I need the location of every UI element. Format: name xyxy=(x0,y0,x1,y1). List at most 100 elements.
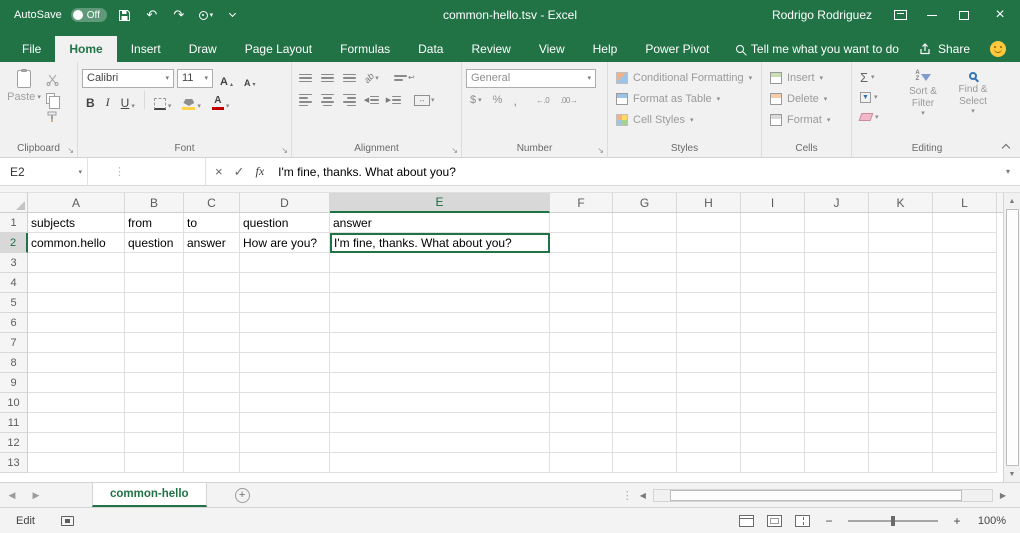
cell-L10[interactable] xyxy=(933,393,997,413)
cell-E12[interactable] xyxy=(330,433,550,453)
cell-K3[interactable] xyxy=(869,253,933,273)
autosum-button[interactable]: Σ▾ xyxy=(856,69,896,85)
cell-I10[interactable] xyxy=(741,393,805,413)
cell-A10[interactable] xyxy=(28,393,125,413)
bold-button[interactable]: B xyxy=(82,90,99,110)
cell-D9[interactable] xyxy=(240,373,330,393)
cell-F13[interactable] xyxy=(550,453,613,473)
conditional-formatting-button[interactable]: Conditional Formatting ▾ xyxy=(612,67,757,88)
row-header-11[interactable]: 11 xyxy=(0,413,28,433)
cell-F10[interactable] xyxy=(550,393,613,413)
cell-A12[interactable] xyxy=(28,433,125,453)
cell-C8[interactable] xyxy=(184,353,240,373)
center-button[interactable] xyxy=(318,91,337,109)
cell-L9[interactable] xyxy=(933,373,997,393)
cell-F12[interactable] xyxy=(550,433,613,453)
cell-C4[interactable] xyxy=(184,273,240,293)
cell-I12[interactable] xyxy=(741,433,805,453)
cell-B13[interactable] xyxy=(125,453,184,473)
tab-power-pivot[interactable]: Power Pivot xyxy=(631,36,723,62)
cell-H3[interactable] xyxy=(677,253,741,273)
format-painter-button[interactable] xyxy=(46,110,61,124)
new-sheet-button[interactable]: + xyxy=(235,488,250,503)
align-right-button[interactable] xyxy=(340,91,359,109)
fill-color-button[interactable]: ▾ xyxy=(178,90,205,110)
zoom-out-button[interactable]: − xyxy=(823,514,835,528)
font-size-select[interactable]: 11 ▾ xyxy=(177,69,213,88)
cell-B2[interactable]: question xyxy=(125,233,184,253)
cell-H9[interactable] xyxy=(677,373,741,393)
row-header-5[interactable]: 5 xyxy=(0,293,28,313)
cell-D4[interactable] xyxy=(240,273,330,293)
decrease-font-size-button[interactable]: A▾ xyxy=(240,68,260,88)
cell-G6[interactable] xyxy=(613,313,677,333)
cell-I5[interactable] xyxy=(741,293,805,313)
insert-cells-button[interactable]: Insert ▾ xyxy=(766,67,847,88)
scroll-left-icon[interactable]: ◀ xyxy=(640,491,646,500)
normal-view-button[interactable] xyxy=(739,515,754,527)
share-button[interactable]: Share xyxy=(919,42,970,56)
find-select-button[interactable]: Find & Select ▾ xyxy=(950,67,996,125)
vertical-scroll-thumb[interactable] xyxy=(1006,209,1019,466)
format-cells-button[interactable]: Format ▾ xyxy=(766,109,847,130)
cell-K6[interactable] xyxy=(869,313,933,333)
cell-C2[interactable]: answer xyxy=(184,233,240,253)
column-header-D[interactable]: D xyxy=(240,193,330,213)
column-header-I[interactable]: I xyxy=(741,193,805,213)
autosave-toggle[interactable]: Off xyxy=(71,8,107,22)
cell-I11[interactable] xyxy=(741,413,805,433)
cell-C9[interactable] xyxy=(184,373,240,393)
row-header-9[interactable]: 9 xyxy=(0,373,28,393)
formula-bar-splitter[interactable]: ⋮ xyxy=(88,158,206,185)
cell-H5[interactable] xyxy=(677,293,741,313)
percent-style-button[interactable]: % xyxy=(489,90,507,110)
row-header-1[interactable]: 1 xyxy=(0,213,28,233)
cell-J11[interactable] xyxy=(805,413,869,433)
cell-K12[interactable] xyxy=(869,433,933,453)
cell-C12[interactable] xyxy=(184,433,240,453)
cell-H13[interactable] xyxy=(677,453,741,473)
cell-H2[interactable] xyxy=(677,233,741,253)
row-header-13[interactable]: 13 xyxy=(0,453,28,473)
cell-J4[interactable] xyxy=(805,273,869,293)
cell-F11[interactable] xyxy=(550,413,613,433)
alignment-dialog-launcher[interactable]: ↘ xyxy=(451,146,458,155)
cell-G9[interactable] xyxy=(613,373,677,393)
scroll-down-icon[interactable]: ▼ xyxy=(1009,468,1016,480)
cell-styles-button[interactable]: Cell Styles ▾ xyxy=(612,109,757,130)
cell-C3[interactable] xyxy=(184,253,240,273)
cell-F1[interactable] xyxy=(550,213,613,233)
column-header-G[interactable]: G xyxy=(613,193,677,213)
cell-B11[interactable] xyxy=(125,413,184,433)
sheet-tab-common-hello[interactable]: common-hello xyxy=(92,483,207,507)
minimize-button[interactable] xyxy=(916,0,948,30)
decrease-indent-button[interactable]: ◀ xyxy=(362,91,381,109)
cell-C1[interactable]: to xyxy=(184,213,240,233)
scroll-right-icon[interactable]: ▶ xyxy=(1000,491,1006,500)
paste-button[interactable]: Paste▾ xyxy=(4,67,44,124)
italic-button[interactable]: I xyxy=(102,90,114,110)
cell-K1[interactable] xyxy=(869,213,933,233)
cell-L5[interactable] xyxy=(933,293,997,313)
comma-style-button[interactable]: , xyxy=(509,90,521,110)
cell-K8[interactable] xyxy=(869,353,933,373)
cell-H12[interactable] xyxy=(677,433,741,453)
previous-sheet-button[interactable]: ◀ xyxy=(0,490,24,501)
cell-L2[interactable] xyxy=(933,233,997,253)
cell-D1[interactable]: question xyxy=(240,213,330,233)
next-sheet-button[interactable]: ▶ xyxy=(24,490,48,501)
cell-E1[interactable]: answer xyxy=(330,213,550,233)
column-header-C[interactable]: C xyxy=(184,193,240,213)
cell-B4[interactable] xyxy=(125,273,184,293)
cell-B7[interactable] xyxy=(125,333,184,353)
cell-G1[interactable] xyxy=(613,213,677,233)
cell-A8[interactable] xyxy=(28,353,125,373)
cell-K7[interactable] xyxy=(869,333,933,353)
cell-B6[interactable] xyxy=(125,313,184,333)
touch-mode-button[interactable]: ▾ xyxy=(197,4,215,26)
increase-decimal-button[interactable]: ←.0 xyxy=(532,90,553,110)
bottom-align-button[interactable] xyxy=(340,69,359,87)
horizontal-scroll-thumb[interactable] xyxy=(670,490,962,501)
delete-cells-button[interactable]: Delete ▾ xyxy=(766,88,847,109)
column-header-K[interactable]: K xyxy=(869,193,933,213)
